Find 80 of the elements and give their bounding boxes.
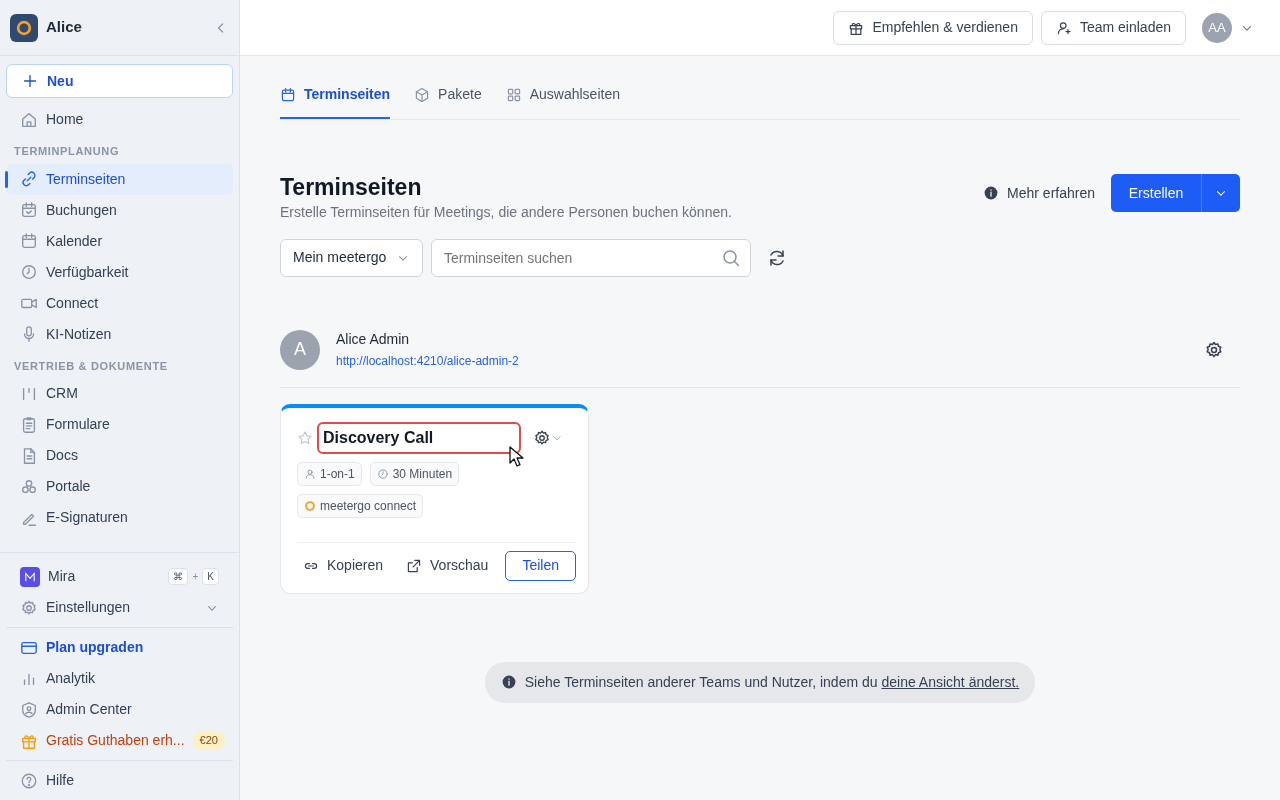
sidebar-item[interactable]: Kalender — [6, 225, 233, 257]
tab[interactable]: Terminseiten — [280, 74, 391, 119]
settings-icon — [20, 598, 38, 617]
gear-icon — [533, 428, 551, 447]
star-icon[interactable] — [297, 429, 313, 446]
sidebar-item[interactable]: Verfügbarkeit — [6, 256, 233, 288]
nav-icon — [20, 170, 38, 188]
plus-icon — [21, 72, 39, 90]
sidebar-item[interactable]: Portale — [6, 471, 233, 502]
refresh-button[interactable] — [767, 247, 787, 268]
card-settings-button[interactable] — [533, 428, 563, 447]
tag: meetergo connect — [297, 493, 424, 518]
sidebar-item[interactable]: Home — [6, 104, 233, 135]
search-field[interactable]: Terminseiten suchen — [431, 238, 751, 277]
cube-icon — [414, 86, 431, 103]
nav-icon — [20, 201, 38, 219]
settings-item[interactable]: Einstellungen — [6, 592, 233, 623]
logo-icon — [10, 13, 38, 42]
sidebar-item[interactable]: Hilfe — [6, 765, 233, 796]
ring-icon — [304, 499, 316, 512]
user-avatar: A — [280, 329, 320, 370]
nav-icon — [20, 110, 38, 129]
profile-link[interactable]: http://localhost:4210/alice-admin-2 — [336, 353, 519, 368]
info-icon — [983, 185, 1000, 201]
nav-icon — [20, 477, 38, 496]
nav-icon — [20, 700, 38, 719]
cursor-icon — [509, 445, 525, 468]
change-view-link[interactable]: deine Ansicht änderst. — [881, 673, 1020, 690]
card-title[interactable]: Discovery Call — [317, 421, 521, 454]
sidebar-item[interactable]: Analytik — [6, 663, 233, 694]
page-subtitle: Erstelle Terminseiten für Meetings, die andere Personen buchen können. — [280, 202, 732, 222]
copy-button[interactable]: Kopieren — [297, 551, 390, 581]
key-cap: ⌘ — [168, 568, 189, 585]
sidebar-item[interactable]: Gratis Guthaben erh... €20 — [6, 725, 233, 756]
help-icon — [20, 771, 38, 790]
tag: 30 Minuten — [369, 461, 460, 486]
workspace-name: Alice — [46, 17, 83, 38]
share-button[interactable]: Teilen — [505, 550, 576, 581]
search-icon — [721, 247, 741, 268]
learn-more-link[interactable]: Mehr erfahren — [983, 182, 1095, 204]
sidebar-item[interactable]: Terminseiten — [6, 163, 233, 195]
scope-dropdown[interactable]: Mein meetergo — [280, 238, 423, 277]
page-title: Terminseiten — [280, 174, 423, 202]
info-text: Siehe Terminseiten anderer Teams und Nutzer, indem du deine Ansicht änderst. — [524, 672, 1020, 692]
clock-icon — [376, 467, 389, 480]
nav-icon — [20, 263, 38, 281]
calendar-icon — [280, 86, 296, 103]
user-add-icon — [1055, 19, 1072, 36]
toolbar-button[interactable]: Team einladen — [1040, 10, 1186, 45]
sidebar-item[interactable]: Buchungen — [6, 194, 233, 226]
sidebar-item[interactable]: CRM — [6, 378, 233, 409]
sidebar-item[interactable]: Formulare — [6, 409, 233, 440]
info-icon — [500, 674, 517, 691]
user-name: Alice Admin — [336, 329, 411, 349]
sidebar-item[interactable]: Admin Center — [6, 694, 233, 725]
sidebar-item[interactable]: E-Signaturen — [6, 502, 233, 533]
tag: 1-on-1 — [297, 461, 362, 486]
toolbar-button[interactable]: Empfehlen & verdienen — [833, 10, 1033, 45]
key-cap: K — [202, 568, 219, 585]
create-button[interactable]: Erstellen — [1111, 174, 1201, 212]
sidebar-item[interactable]: Plan upgraden — [6, 632, 233, 663]
preview-button[interactable]: Vorschau — [400, 551, 495, 581]
section-heading: VERTRIEB & DOKUMENTE — [13, 358, 169, 374]
assistant-icon — [20, 566, 40, 587]
sidebar-item[interactable]: KI-Notizen — [6, 318, 233, 350]
section-heading: TERMINPLANUNG — [13, 144, 121, 159]
sidebar-item[interactable]: Mira ⌘ + K — [6, 561, 233, 592]
tab[interactable]: Pakete — [414, 74, 482, 119]
tab[interactable]: Auswahlseiten — [505, 74, 620, 119]
nav-icon — [20, 415, 38, 434]
sidebar-item[interactable]: Docs — [6, 440, 233, 471]
person-icon — [304, 467, 316, 480]
new-button[interactable]: Neu — [6, 64, 233, 98]
nav-icon — [20, 232, 38, 250]
plus-sign: + — [192, 570, 199, 584]
grid-icon — [505, 86, 522, 103]
sidebar-item[interactable]: Connect — [6, 287, 233, 319]
credit-badge: €20 — [192, 731, 225, 750]
external-link-icon — [406, 557, 423, 574]
settings-button[interactable] — [1204, 339, 1224, 360]
